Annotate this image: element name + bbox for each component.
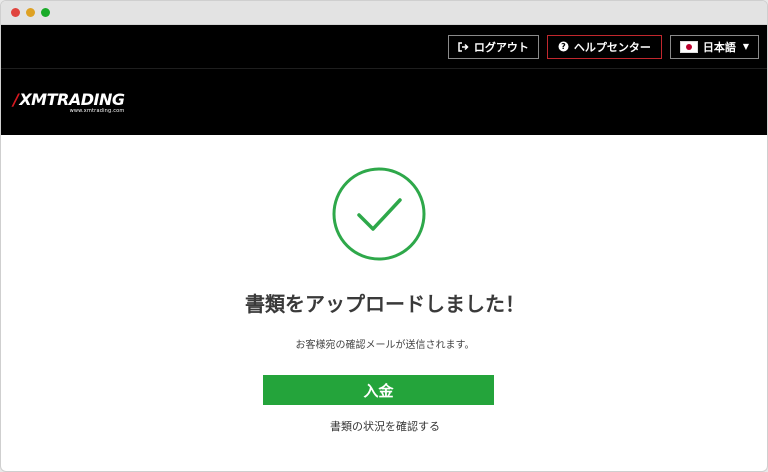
top-nav-bar: ログアウト ? ヘルプセンター 日本語 ▼ xyxy=(1,25,767,69)
help-center-button[interactable]: ? ヘルプセンター xyxy=(546,34,662,59)
checkmark-circle-icon xyxy=(331,166,427,262)
language-label: 日本語 xyxy=(702,40,736,54)
logo-slash-icon: / xyxy=(13,90,19,109)
window-titlebar xyxy=(1,1,767,25)
language-selector[interactable]: 日本語 ▼ xyxy=(669,34,759,59)
confirmation-message: お客様宛の確認メールが送信されます。 xyxy=(295,340,475,351)
logout-label: ログアウト xyxy=(473,40,529,54)
svg-text:?: ? xyxy=(561,42,566,51)
logo-text: XMTRADING xyxy=(19,90,125,109)
close-window-button[interactable] xyxy=(11,8,20,17)
maximize-window-button[interactable] xyxy=(41,8,50,17)
help-center-label: ヘルプセンター xyxy=(573,40,651,54)
check-documents-link[interactable]: 書類の状況を確認する xyxy=(1,418,767,434)
main-content: 書類をアップロードしました！ お客様宛の確認メールが送信されます。 入金 書類の… xyxy=(1,135,767,448)
browser-window: ログアウト ? ヘルプセンター 日本語 ▼ / XMTRADING www.xm… xyxy=(0,0,768,472)
caret-down-icon: ▼ xyxy=(742,42,749,51)
deposit-button[interactable]: 入金 xyxy=(263,375,494,405)
brand-bar: / XMTRADING www.xmtrading.com xyxy=(1,69,767,135)
question-circle-icon: ? xyxy=(558,41,569,52)
page-title: 書類をアップロードしました！ xyxy=(245,292,525,316)
minimize-window-button[interactable] xyxy=(26,8,35,17)
xmtrading-logo[interactable]: / XMTRADING www.xmtrading.com xyxy=(13,90,125,114)
logout-icon xyxy=(458,41,469,52)
japan-flag-icon xyxy=(679,40,698,53)
logout-button[interactable]: ログアウト xyxy=(447,34,539,59)
